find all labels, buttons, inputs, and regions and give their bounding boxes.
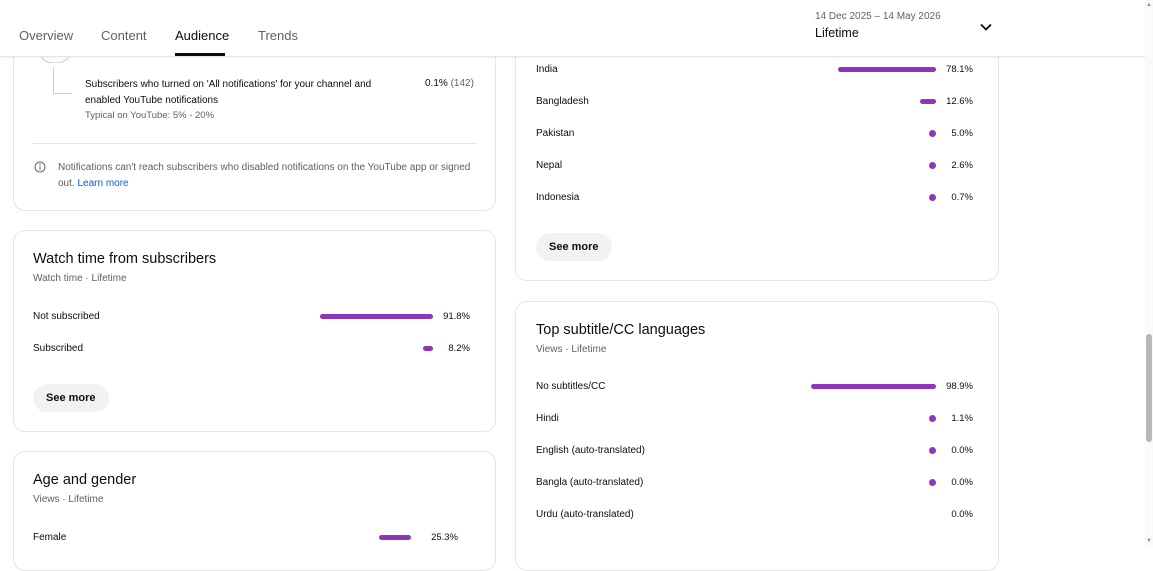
percent-bar — [320, 314, 433, 319]
row-value: 2.6% — [951, 160, 973, 171]
row-value: 91.8% — [443, 311, 470, 322]
subtitle-languages-card: Top subtitle/CC languages Views · Lifeti… — [515, 301, 999, 571]
scroll-up-icon[interactable]: ▲ — [1146, 2, 1152, 8]
chevron-down-icon[interactable] — [978, 19, 994, 35]
card-subtitle: Views · Lifetime — [33, 494, 104, 505]
row-value: 0.0% — [951, 477, 973, 488]
row-value: 12.6% — [946, 96, 973, 107]
active-tab-indicator — [175, 53, 225, 56]
row-label: Urdu (auto-translated) — [536, 509, 634, 520]
scrollbar-thumb[interactable] — [1146, 334, 1152, 442]
row-label: Indonesia — [536, 192, 580, 203]
card-subtitle: Watch time · Lifetime — [33, 273, 127, 284]
card-subtitle: Views · Lifetime — [536, 344, 607, 355]
funnel-connector — [53, 67, 72, 94]
info-icon — [34, 161, 46, 173]
row-value: 0.7% — [951, 192, 973, 203]
row-value: 0.0% — [951, 509, 973, 520]
notifications-count: (142) — [450, 78, 474, 89]
row-label: Female — [33, 532, 67, 543]
card-title: Top subtitle/CC languages — [536, 322, 706, 338]
row-label: Bangladesh — [536, 96, 589, 107]
row-label: Not subscribed — [33, 311, 100, 322]
row-label: Subscribed — [33, 343, 84, 354]
tab-overview[interactable]: Overview — [19, 28, 73, 43]
scrollbar-track[interactable] — [1145, 0, 1153, 547]
notifications-pct: 0.1% — [425, 78, 448, 89]
row-label: No subtitles/CC — [536, 381, 606, 392]
scroll-down-icon[interactable]: ▼ — [1146, 538, 1152, 544]
learn-more-link[interactable]: Learn more — [77, 178, 128, 189]
top-bar: Overview Content Audience Trends 14 Dec … — [0, 0, 1145, 57]
watch-time-card: Watch time from subscribers Watch time ·… — [13, 230, 496, 432]
row-label: English (auto-translated) — [536, 445, 645, 456]
typical-range: Typical on YouTube: 5% - 20% — [85, 110, 215, 121]
row-label: Hindi — [536, 413, 559, 424]
row-value: 8.2% — [448, 343, 470, 354]
row-label: Nepal — [536, 160, 563, 171]
row-label: Pakistan — [536, 128, 575, 139]
row-value: 98.9% — [946, 381, 973, 392]
row-value: 78.1% — [946, 64, 973, 75]
row-value: 25.3% — [431, 532, 458, 543]
row-value: 5.0% — [951, 128, 973, 139]
card-title: Age and gender — [33, 472, 137, 488]
row-value: 0.0% — [951, 445, 973, 456]
notifications-row-text: Subscribers who turned on 'All notificat… — [85, 79, 372, 106]
notifications-stat: 0.1% (142) — [425, 78, 474, 89]
row-label: Bangla (auto-translated) — [536, 477, 644, 488]
percent-bar — [379, 535, 411, 540]
row-label: India — [536, 64, 558, 75]
see-more-button[interactable]: See more — [33, 384, 109, 412]
notifications-info: Notifications can't reach subscribers wh… — [58, 160, 478, 192]
geography-card: India 78.1% Bangladesh 12.6% Pakistan 5.… — [515, 20, 999, 281]
date-range: 14 Dec 2025 – 14 May 2026 — [815, 11, 941, 22]
age-gender-card: Age and gender Views · Lifetime Female 2… — [13, 451, 496, 571]
tab-trends[interactable]: Trends — [258, 28, 298, 43]
percent-bar — [811, 384, 936, 389]
row-value: 1.1% — [951, 413, 973, 424]
tab-content[interactable]: Content — [101, 28, 147, 43]
percent-bar — [837, 67, 936, 72]
tab-audience[interactable]: Audience — [175, 28, 229, 43]
date-period-selector[interactable]: Lifetime — [815, 26, 859, 40]
card-title: Watch time from subscribers — [33, 251, 217, 267]
divider — [33, 143, 477, 144]
see-more-button[interactable]: See more — [536, 233, 612, 261]
